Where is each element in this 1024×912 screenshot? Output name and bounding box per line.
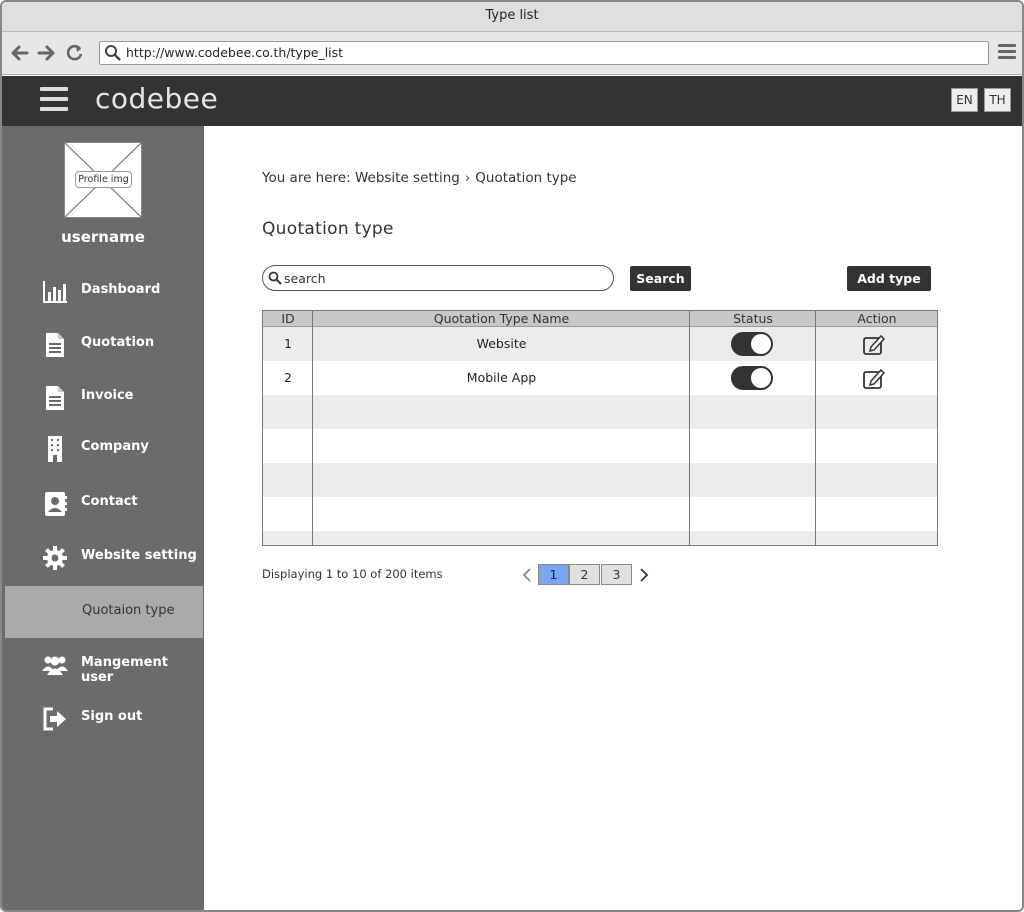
- page-button-1[interactable]: 1: [538, 564, 569, 585]
- lang-en-button[interactable]: EN: [951, 88, 978, 112]
- quotation-type-table: 1 Website 2 Mobile App ID Quotation Type…: [262, 310, 938, 546]
- table-row-empty: [263, 497, 937, 531]
- sidebar-item-invoice[interactable]: Invoice: [2, 371, 204, 423]
- bar-chart-icon: [43, 281, 67, 303]
- window-title: Type list: [2, 2, 1022, 32]
- document-icon: [46, 333, 64, 357]
- sidebar-item-quotation[interactable]: Quotation: [2, 318, 204, 370]
- sidebar-item-sign-out[interactable]: Sign out: [2, 692, 204, 744]
- sidebar-item-label: Sign out: [81, 709, 143, 724]
- browser-window: Type list http://www.codebee.co.th/type_…: [0, 0, 1024, 912]
- column-header-id[interactable]: ID: [263, 311, 313, 327]
- chevron-right-icon: ›: [464, 170, 471, 186]
- building-icon: [48, 436, 62, 462]
- address-bar: http://www.codebee.co.th/type_list: [2, 32, 1022, 75]
- users-icon: [42, 656, 68, 675]
- back-icon[interactable]: [10, 43, 30, 63]
- table-header: ID Quotation Type Name Status Action: [263, 311, 937, 327]
- column-header-action[interactable]: Action: [816, 311, 937, 327]
- sidebar-item-website-setting[interactable]: Website setting: [2, 531, 204, 583]
- sidebar-item-label: Dashboard: [81, 282, 161, 297]
- profile-image[interactable]: Profile img: [64, 142, 142, 218]
- username: username: [61, 228, 145, 246]
- status-toggle[interactable]: [731, 366, 773, 390]
- search-input[interactable]: [284, 269, 604, 287]
- app-logo: codebee: [95, 82, 219, 115]
- search-box[interactable]: [262, 265, 614, 291]
- forward-icon[interactable]: [36, 43, 56, 63]
- url-text: http://www.codebee.co.th/type_list: [126, 45, 344, 60]
- sidebar-item-label: Mangement user: [81, 655, 168, 685]
- table-row-empty: [263, 463, 937, 497]
- chevron-right-icon[interactable]: [637, 564, 651, 585]
- table-row-empty: [263, 395, 937, 429]
- column-divider: [312, 311, 313, 545]
- browser-menu-icon[interactable]: [998, 44, 1016, 60]
- profile-image-label: Profile img: [75, 171, 132, 188]
- status-toggle[interactable]: [731, 332, 773, 356]
- breadcrumb: You are here: Website setting › Quotation …: [262, 170, 577, 186]
- breadcrumb-link-website-setting[interactable]: Website setting: [355, 170, 460, 186]
- table-row-empty: [263, 531, 937, 545]
- breadcrumb-prefix: You are here:: [262, 170, 351, 186]
- table-row: 1 Website: [263, 327, 937, 361]
- sidebar-item-management-user[interactable]: Mangement user: [2, 638, 204, 690]
- sidebar: Profile img username Dashboard Quotation: [2, 126, 204, 910]
- sidebar-item-dashboard[interactable]: Dashboard: [2, 265, 204, 317]
- page-button-3[interactable]: 3: [601, 564, 632, 585]
- sidebar-item-contact[interactable]: Contact: [2, 477, 204, 529]
- document-icon: [46, 386, 64, 410]
- search-button[interactable]: Search: [630, 266, 691, 291]
- lang-th-button[interactable]: TH: [984, 88, 1011, 112]
- add-type-button[interactable]: Add type: [847, 266, 931, 291]
- hamburger-menu-icon[interactable]: [40, 87, 68, 113]
- sidebar-item-company[interactable]: Company: [2, 422, 204, 474]
- sidebar-item-quotation-type[interactable]: Quotaion type: [5, 586, 203, 638]
- page-button-2[interactable]: 2: [569, 564, 600, 585]
- table-row: 2 Mobile App: [263, 361, 937, 395]
- app-header: codebee EN TH: [2, 76, 1022, 126]
- search-icon: [105, 45, 121, 61]
- edit-icon[interactable]: [863, 367, 885, 389]
- sidebar-item-label: Quotation: [81, 335, 155, 350]
- column-divider: [815, 311, 816, 545]
- sidebar-item-label: Company: [81, 439, 149, 454]
- cell-name: Website: [476, 336, 527, 351]
- chevron-left-icon[interactable]: [520, 564, 534, 585]
- reload-icon[interactable]: [65, 43, 85, 63]
- search-icon: [268, 271, 282, 285]
- sidebar-item-label: Contact: [81, 494, 138, 509]
- edit-icon[interactable]: [863, 333, 885, 355]
- column-header-status[interactable]: Status: [690, 311, 816, 327]
- page-title: Quotation type: [262, 219, 394, 239]
- table-row-empty: [263, 429, 937, 463]
- sidebar-item-label: Quotaion type: [82, 603, 175, 618]
- sidebar-item-label: Invoice: [81, 388, 134, 403]
- sign-out-icon: [43, 707, 66, 731]
- url-field[interactable]: http://www.codebee.co.th/type_list: [99, 41, 989, 65]
- column-header-name[interactable]: Quotation Type Name: [313, 311, 690, 327]
- gear-icon: [43, 546, 67, 570]
- cell-id: 1: [284, 336, 292, 351]
- sidebar-item-label: Website setting: [81, 548, 197, 563]
- main-content: You are here: Website setting › Quotation …: [204, 126, 1022, 910]
- breadcrumb-current: Quotation type: [475, 170, 577, 186]
- cell-id: 2: [284, 370, 292, 385]
- pagination-summary: Displaying 1 to 10 of 200 items: [262, 567, 443, 581]
- column-divider: [689, 311, 690, 545]
- contact-card-icon: [45, 492, 67, 516]
- cell-name: Mobile App: [466, 370, 537, 385]
